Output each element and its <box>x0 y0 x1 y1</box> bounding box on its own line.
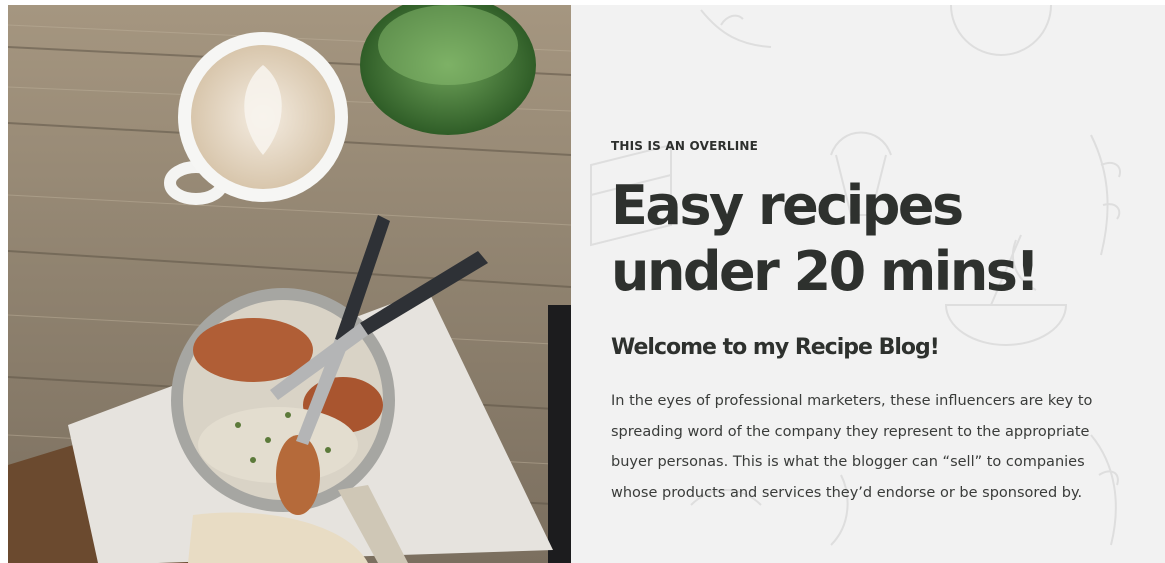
body-text: In the eyes of professional marketers, t… <box>611 393 1093 501</box>
hero-text: THIS IS AN OVERLINE Easy recipes under 2… <box>611 139 1141 508</box>
page-title: Easy recipes under 20 mins! <box>611 174 1040 303</box>
hero-content: THIS IS AN OVERLINE Easy recipes under 2… <box>571 5 1165 563</box>
hero-photo <box>8 5 571 563</box>
subheading: Welcome to my Recipe Blog! <box>611 335 940 360</box>
hero-section: THIS IS AN OVERLINE Easy recipes under 2… <box>8 5 1165 563</box>
food-photo-illustration <box>8 5 571 563</box>
overline: THIS IS AN OVERLINE <box>611 139 759 153</box>
